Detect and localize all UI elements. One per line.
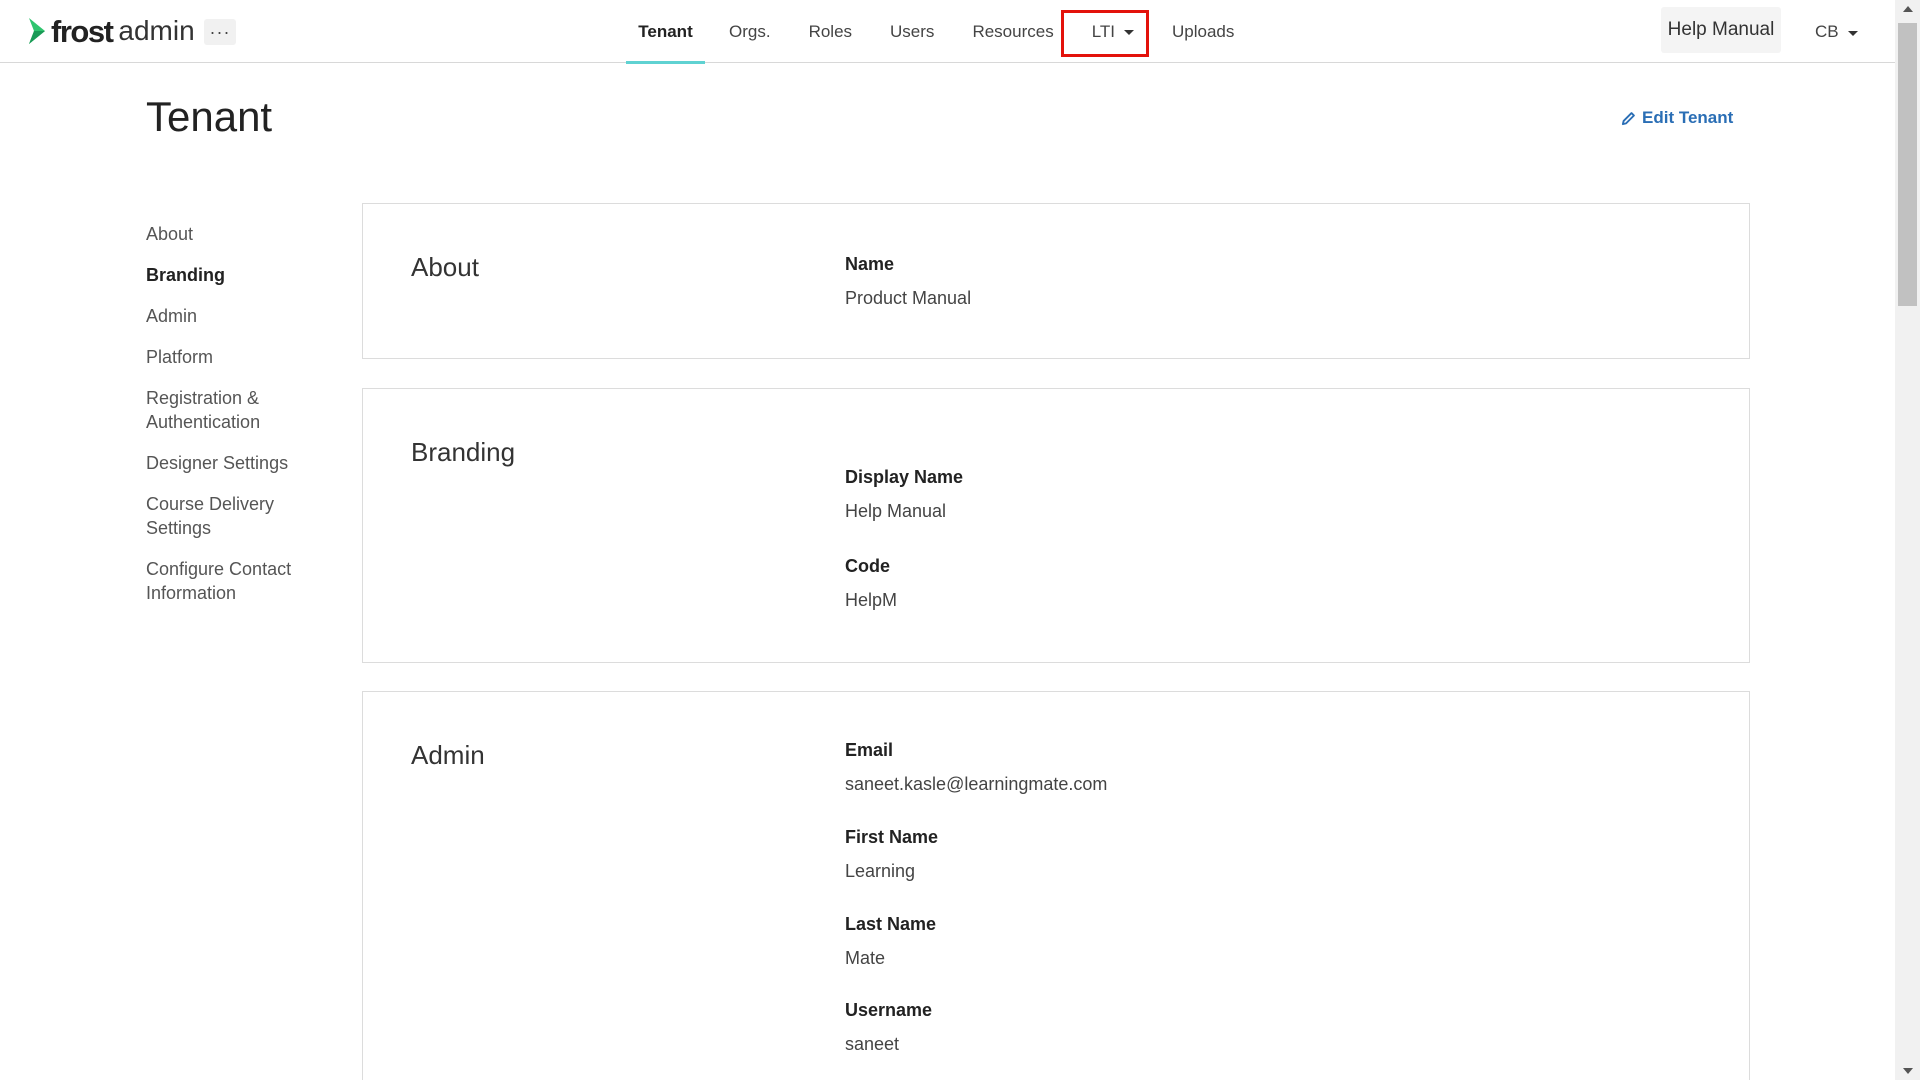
- caret-down-icon: [1847, 30, 1858, 36]
- help-manual-button[interactable]: Help Manual: [1661, 7, 1781, 53]
- scroll-up-arrow-icon[interactable]: [1903, 6, 1913, 12]
- last-name-label: Last Name: [845, 914, 937, 934]
- username-label: Username: [845, 1000, 933, 1020]
- nav-tab-tenant[interactable]: Tenant: [626, 0, 705, 64]
- display-name-label: Display Name: [845, 467, 964, 487]
- lti-highlight-box: [1061, 10, 1149, 57]
- email-label: Email: [845, 740, 894, 760]
- branding-card-title: Branding: [411, 437, 516, 467]
- side-menu-item-branding[interactable]: Branding: [146, 263, 326, 287]
- nav-tab-users[interactable]: Users: [876, 0, 948, 63]
- username-value: saneet: [845, 1034, 900, 1054]
- branding-card: Branding Display Name Help Manual Code H…: [362, 388, 1750, 663]
- admin-card: Admin Email saneet.kasle@learningmate.co…: [362, 691, 1750, 1080]
- side-menu-item-configure-contact-information[interactable]: Configure Contact Information: [146, 557, 326, 605]
- display-name-field: Display Name Help Manual: [845, 466, 963, 522]
- pencil-icon: [1621, 111, 1635, 125]
- email-field: Email saneet.kasle@learningmate.com: [845, 739, 1107, 795]
- page-scrollbar[interactable]: [1895, 0, 1920, 1080]
- scrollbar-thumb[interactable]: [1898, 23, 1917, 306]
- section-side-menu: About Branding Admin Platform Registrati…: [146, 222, 326, 622]
- scroll-down-arrow-icon[interactable]: [1903, 1068, 1913, 1074]
- first-name-field: First Name Learning: [845, 826, 938, 882]
- ellipsis-icon: ···: [209, 22, 231, 42]
- side-menu-item-course-delivery-settings[interactable]: Course Delivery Settings: [146, 492, 326, 540]
- logo-admin-text: admin: [118, 15, 195, 46]
- more-options-button[interactable]: ···: [204, 19, 236, 45]
- main-nav: Tenant Orgs. Roles Users Resources LTI U…: [626, 0, 1248, 64]
- last-name-field: Last Name Mate: [845, 913, 936, 969]
- admin-card-title: Admin: [411, 740, 485, 770]
- nav-tab-resources[interactable]: Resources: [958, 0, 1067, 63]
- page-title: Tenant: [146, 93, 273, 140]
- side-menu-item-admin[interactable]: Admin: [146, 304, 326, 328]
- frost-logo-icon: [29, 18, 45, 44]
- email-value: saneet.kasle@learningmate.com: [845, 774, 1108, 794]
- nav-tab-uploads[interactable]: Uploads: [1158, 0, 1248, 63]
- last-name-value: Mate: [845, 948, 886, 968]
- about-card: About Name Product Manual: [362, 203, 1750, 359]
- user-menu-dropdown[interactable]: CB: [1815, 20, 1858, 44]
- code-field: Code HelpM: [845, 555, 897, 611]
- code-value: HelpM: [845, 590, 898, 610]
- username-field: Username saneet: [845, 999, 932, 1055]
- side-menu-item-platform[interactable]: Platform: [146, 345, 326, 369]
- side-menu-item-about[interactable]: About: [146, 222, 326, 246]
- top-navigation-bar: frost admin ··· Tenant Orgs. Roles Users…: [0, 0, 1895, 64]
- side-menu-item-registration-authentication[interactable]: Registration & Authentication: [146, 386, 326, 434]
- edit-tenant-link[interactable]: Edit Tenant: [1621, 108, 1733, 128]
- user-initials: CB: [1815, 22, 1839, 41]
- edit-tenant-label: Edit Tenant: [1642, 108, 1734, 127]
- display-name-value: Help Manual: [845, 501, 947, 521]
- side-menu-item-designer-settings[interactable]: Designer Settings: [146, 451, 326, 475]
- code-label: Code: [845, 556, 890, 576]
- first-name-value: Learning: [845, 861, 916, 881]
- first-name-label: First Name: [845, 827, 939, 847]
- about-card-title: About: [411, 252, 479, 282]
- logo-frost-text: frost: [51, 13, 114, 49]
- name-label: Name: [845, 254, 895, 274]
- nav-tab-orgs[interactable]: Orgs.: [715, 0, 785, 63]
- name-value: Product Manual: [845, 288, 972, 308]
- frost-admin-logo[interactable]: frost admin: [27, 13, 195, 49]
- name-field: Name Product Manual: [845, 253, 971, 309]
- nav-tab-roles[interactable]: Roles: [795, 0, 866, 63]
